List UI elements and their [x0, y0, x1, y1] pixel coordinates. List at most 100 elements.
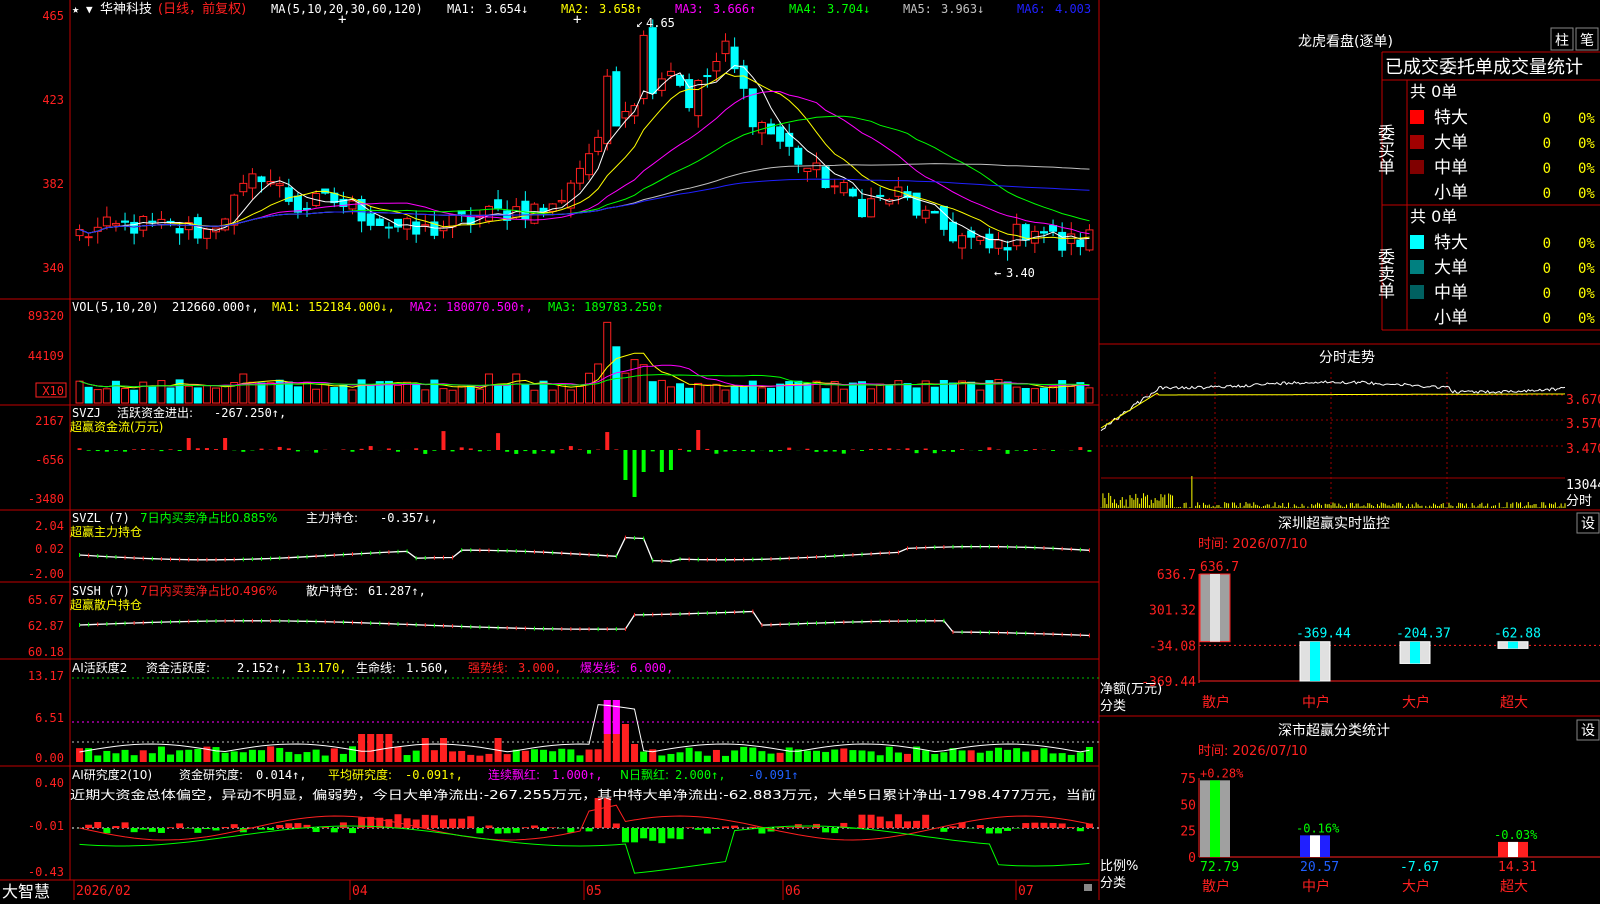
activity-bar — [240, 752, 247, 762]
svzj-bar — [105, 450, 109, 452]
svzj-bar — [114, 450, 118, 451]
volume-bar — [167, 388, 174, 403]
activity-bar — [522, 751, 529, 762]
activity-bar — [631, 744, 638, 762]
volume-bar — [849, 383, 856, 403]
activity-bar — [940, 752, 947, 762]
date-tick: 07 — [1018, 884, 1034, 899]
candle-body — [1050, 226, 1057, 232]
ai1-name[interactable]: AI活跃度2 — [72, 660, 127, 675]
monitor-value-label: -369.44 — [1296, 627, 1351, 642]
ai2-name[interactable]: AI研究度2(10) — [72, 767, 152, 782]
activity-bar — [949, 748, 956, 762]
volume-bar — [485, 374, 492, 403]
research-bar — [294, 823, 301, 828]
svzj-name[interactable]: SVZJ — [72, 406, 101, 420]
activity-bar — [858, 750, 865, 762]
ai2-t2: 平均研究度: — [328, 767, 392, 782]
activity-bar — [549, 751, 556, 762]
classify-time: 时间: 2026/07/10 — [1198, 744, 1307, 759]
svsh-line — [80, 612, 1090, 636]
svzj-bar — [878, 449, 882, 450]
svzj-bar — [487, 450, 491, 451]
candle-body — [622, 112, 629, 118]
date-tick: 04 — [352, 884, 368, 899]
svzj-bar — [178, 450, 182, 451]
ai2-t3: 连续飘红: — [488, 767, 540, 782]
candle-body — [667, 71, 674, 75]
volume-bar — [1040, 388, 1047, 403]
candle-body — [1004, 248, 1011, 250]
activity-bar — [1086, 747, 1093, 762]
order-size-swatch — [1410, 285, 1424, 299]
ai2-comment: 近期大资金总体偏空，异动不明显，偏弱势，今日大单净流出:-267.255万元，其… — [70, 787, 1096, 802]
activity-bar — [422, 738, 429, 762]
activity-bar — [122, 750, 129, 762]
research-bar — [340, 822, 347, 828]
classify-panel: 深市超赢分类统计 设 时间: 2026/07/10 7550250+0.28%7… — [1100, 720, 1600, 895]
research-bar — [285, 823, 292, 828]
candle-body — [176, 229, 183, 233]
research-bar — [522, 827, 529, 828]
pin-icon[interactable]: ▼ — [86, 3, 93, 16]
candle-body — [959, 236, 966, 248]
activity-bar — [394, 747, 401, 762]
classify-ytitle: 比例% — [1100, 859, 1138, 874]
research-bar — [640, 828, 647, 838]
ma-legend-label: MA1: — [447, 2, 476, 16]
activity-bar — [959, 750, 966, 762]
svzj-bar — [933, 450, 937, 453]
candle-body — [485, 206, 492, 221]
svsh-name[interactable]: SVSH (7) — [72, 584, 130, 598]
order-count: 0 — [1543, 236, 1551, 252]
stats-title: 已成交委托单成交量统计 — [1385, 57, 1583, 78]
order-size-label: 中单 — [1434, 283, 1468, 303]
svzj-bar — [369, 446, 373, 450]
research-bar — [631, 828, 638, 842]
candle-body — [249, 174, 256, 188]
volume-bar — [1013, 387, 1020, 403]
monitor-category: 超大 — [1500, 695, 1528, 711]
activity-bar — [331, 748, 338, 762]
order-pct: 0% — [1578, 286, 1595, 302]
activity-bar — [758, 751, 765, 762]
research-bar — [1068, 827, 1075, 828]
stock-terminal: ★ ▼ 华神科技 (日线，前复权) MA(5,10,20,30,60,120) … — [0, 0, 1600, 900]
star-icon[interactable]: ★ — [72, 2, 79, 16]
classify-ytick: 25 — [1180, 825, 1196, 840]
candle-body — [231, 195, 238, 225]
order-size-label: 中单 — [1434, 158, 1468, 178]
lock-icon[interactable] — [1084, 884, 1092, 891]
activity-bar — [140, 750, 147, 762]
volume-bar — [949, 383, 956, 403]
order-pct: 0% — [1578, 261, 1595, 277]
svzj-tick: 2167 — [35, 414, 64, 428]
activity-bar — [1059, 753, 1066, 762]
activity-bar — [977, 753, 984, 762]
volume-bar — [567, 390, 574, 403]
order-count: 0 — [1543, 286, 1551, 302]
svsh-header: SVSH (7) 7日内买卖净占比0.496% 散户持仓: 61.287↑, 超… — [70, 583, 426, 612]
monitor-xtitle: 分类 — [1100, 699, 1126, 714]
volume-bar — [522, 385, 529, 403]
svzl-name[interactable]: SVZL (7) — [72, 511, 130, 525]
svzj-bar — [642, 450, 646, 472]
svzj-bar — [905, 448, 909, 450]
brand-logo[interactable]: 大智慧 — [2, 882, 50, 900]
svzj-bar — [587, 450, 591, 454]
svzj-bar — [514, 450, 518, 454]
monitor-settings-label: 设 — [1581, 516, 1595, 532]
ma-legend-value: 4.003 — [1055, 2, 1091, 16]
research-bar — [495, 828, 502, 834]
svzj-bar — [696, 430, 700, 450]
volume-bar — [604, 322, 611, 403]
research-bar — [476, 828, 483, 833]
volume-bar — [313, 389, 320, 403]
buy-total: 共 0单 — [1410, 82, 1457, 101]
svzj-bar — [578, 449, 582, 450]
activity-bar — [986, 751, 993, 762]
volume-bar — [1050, 387, 1057, 403]
vol-name[interactable]: VOL(5,10,20) — [72, 300, 159, 314]
research-bar — [231, 824, 238, 828]
svzj-bar — [651, 450, 655, 451]
